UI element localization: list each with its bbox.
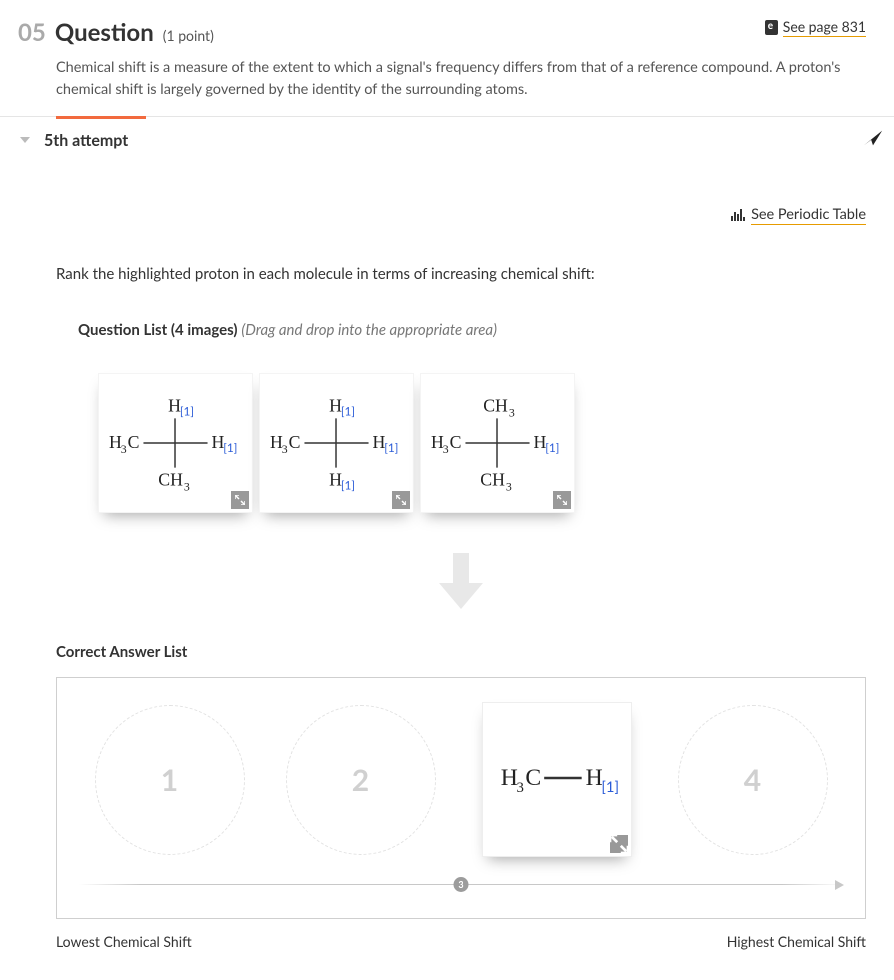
- svg-text:[1]: [1]: [341, 477, 355, 492]
- question-list-title: Question List (4 images): [78, 321, 238, 339]
- periodic-label: See Periodic Table: [751, 206, 866, 225]
- svg-text:CH: CH: [483, 395, 508, 415]
- svg-text:C: C: [450, 432, 462, 452]
- molecule-card-c[interactable]: CH3 H3C H[1] CH3: [420, 373, 575, 513]
- svg-text:[1]: [1]: [341, 403, 355, 418]
- slot-number: 4: [744, 762, 761, 798]
- low-label: Lowest Chemical Shift: [56, 933, 192, 950]
- chevron-down-icon: [20, 137, 30, 143]
- svg-text:3: 3: [506, 479, 512, 493]
- attempt-bar: 5th attempt: [0, 116, 894, 164]
- molecule-card-b[interactable]: H[1] H3C H[1] H[1]: [259, 373, 414, 513]
- drop-slot-3[interactable]: H 3 C H [1]: [477, 700, 637, 860]
- svg-text:[1]: [1]: [601, 778, 619, 796]
- see-page-label: See page 831: [783, 18, 866, 37]
- drop-slot-4[interactable]: 4: [678, 705, 828, 855]
- svg-text:3: 3: [184, 479, 190, 493]
- answer-drop-area[interactable]: 1 2 H 3 C H [1] 4: [56, 677, 866, 919]
- svg-text:3: 3: [282, 442, 288, 456]
- svg-text:C: C: [525, 765, 541, 791]
- question-list-hint: (Drag and drop into the appropriate area…: [241, 321, 497, 339]
- question-title: 05 Question (1 point): [18, 18, 214, 47]
- attempt-toggle[interactable]: 5th attempt: [20, 131, 128, 150]
- expand-icon[interactable]: [610, 835, 628, 853]
- instruction-text: Rank the highlighted proton in each mole…: [56, 265, 866, 283]
- svg-text:H: H: [585, 765, 602, 791]
- attempt-accent-bar: [56, 116, 146, 119]
- question-points: (1 point): [163, 27, 214, 44]
- svg-text:C: C: [289, 432, 301, 452]
- expand-icon[interactable]: [392, 491, 410, 509]
- attempt-label: 5th attempt: [44, 131, 128, 150]
- expand-icon[interactable]: [231, 491, 249, 509]
- svg-text:CH: CH: [158, 469, 183, 489]
- ranking-axis: 3: [79, 880, 843, 890]
- ebook-icon: [765, 20, 778, 35]
- placed-molecule-card[interactable]: H 3 C H [1]: [482, 702, 632, 857]
- molecule-card-a[interactable]: H[1] H3C H[1] CH3: [98, 373, 253, 513]
- question-number: 05: [18, 18, 46, 47]
- slot-number: 1: [161, 762, 178, 798]
- arrow-right-icon: [835, 880, 844, 890]
- submit-icon[interactable]: [862, 128, 884, 152]
- question-description: Chemical shift is a measure of the exten…: [56, 57, 866, 102]
- svg-text:3: 3: [516, 780, 523, 796]
- table-icon: [731, 209, 745, 221]
- drop-slot-1[interactable]: 1: [95, 705, 245, 855]
- question-header: 05 Question (1 point) See page 831 Chemi…: [0, 0, 894, 116]
- svg-text:[1]: [1]: [384, 440, 398, 455]
- svg-text:C: C: [128, 432, 140, 452]
- slot-badge: 3: [454, 877, 469, 892]
- expand-icon[interactable]: [553, 491, 571, 509]
- down-arrow-icon: [439, 553, 483, 613]
- draggable-items: H[1] H3C H[1] CH3 H[1] H3C H[1] H[1]: [98, 373, 866, 513]
- see-page-link[interactable]: See page 831: [765, 18, 866, 37]
- slot-number: 2: [352, 762, 369, 798]
- high-label: Highest Chemical Shift: [727, 933, 866, 950]
- svg-text:3: 3: [509, 405, 515, 419]
- svg-text:H: H: [500, 765, 517, 791]
- svg-text:[1]: [1]: [545, 440, 559, 455]
- svg-text:[1]: [1]: [180, 403, 194, 418]
- svg-text:CH: CH: [480, 469, 505, 489]
- drop-slot-2[interactable]: 2: [286, 705, 436, 855]
- periodic-table-link[interactable]: See Periodic Table: [731, 206, 866, 225]
- question-word: Question: [55, 18, 154, 47]
- answer-list-title: Correct Answer List: [56, 643, 866, 661]
- svg-text:3: 3: [443, 442, 449, 456]
- svg-text:[1]: [1]: [223, 440, 237, 455]
- svg-text:3: 3: [121, 442, 127, 456]
